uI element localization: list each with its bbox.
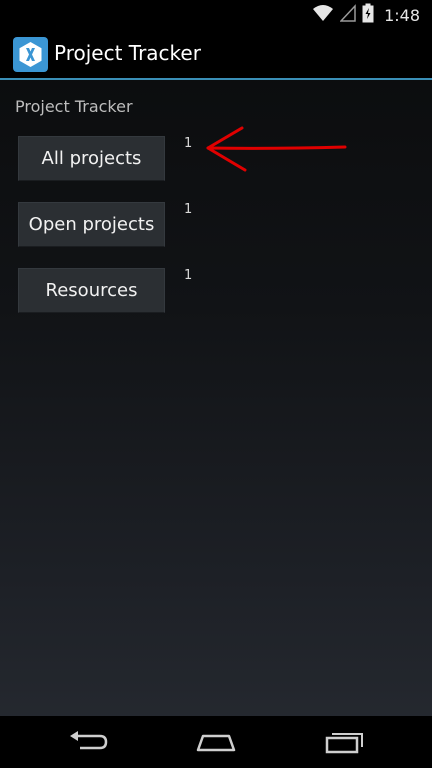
app-screen: 1:48 Project Tracker Project Tracker All… [0,0,432,768]
status-time: 1:48 [384,5,420,25]
wifi-icon [312,4,334,26]
navigation-bar [0,716,432,768]
back-icon[interactable] [58,724,118,760]
app-title: Project Tracker [54,41,201,65]
status-bar: 1:48 [0,0,432,30]
resources-button[interactable]: Resources [18,268,165,313]
all-projects-count: 1 [184,136,193,151]
recent-apps-icon[interactable] [314,724,374,760]
open-projects-button[interactable]: Open projects [18,202,165,247]
xamarin-x-icon[interactable] [13,37,48,72]
resources-count: 1 [184,268,193,283]
red-arrow-icon [200,120,360,184]
open-projects-count: 1 [184,202,193,217]
section-label: Project Tracker [15,97,133,116]
status-icons: 1:48 [312,3,420,27]
home-icon[interactable] [186,724,246,760]
all-projects-button[interactable]: All projects [18,136,165,181]
battery-icon [362,3,374,27]
signal-icon [339,4,356,26]
action-bar: Project Tracker [0,30,432,80]
